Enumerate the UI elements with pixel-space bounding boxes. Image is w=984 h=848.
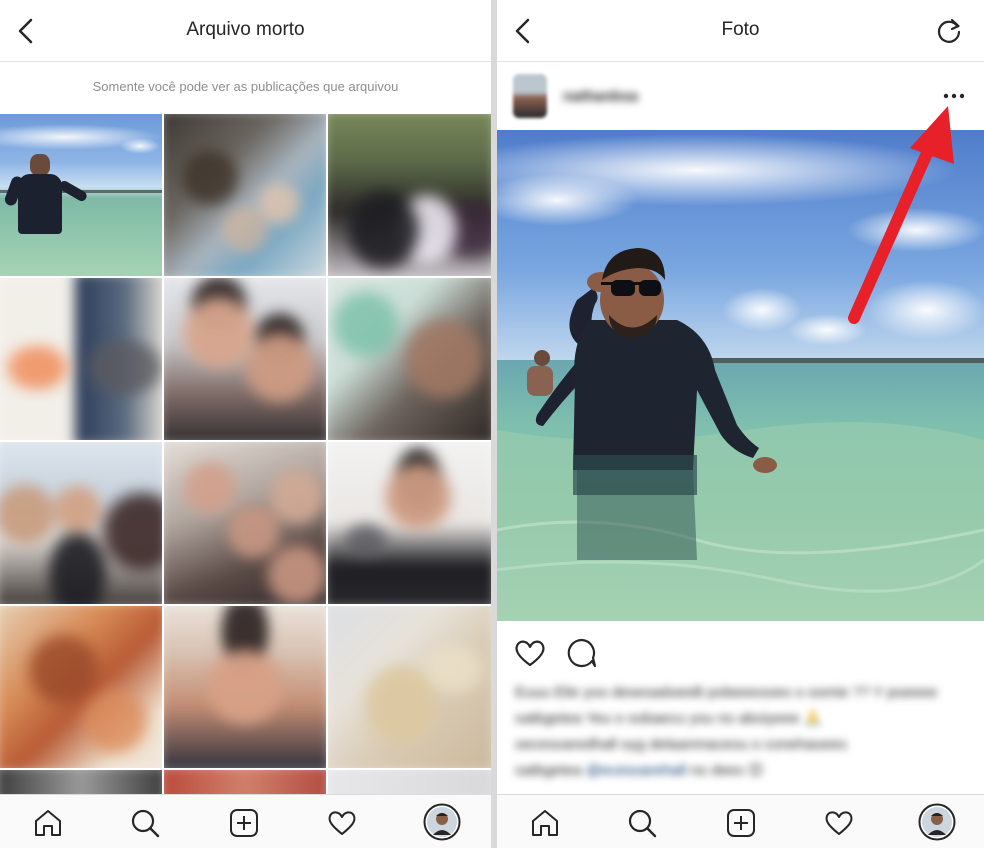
home-icon[interactable] [32,807,64,839]
page-title: Arquivo morto [186,19,305,40]
plus-square-icon[interactable] [228,807,260,839]
archived-post-thumbnail[interactable] [164,770,326,794]
archived-post-thumbnail[interactable] [328,442,491,604]
caption-line: oatbgetea Yeu o oobaecu you no aboiyeee … [515,710,823,727]
caption-text: no dees 😊 [690,762,764,779]
archived-post-thumbnail[interactable] [164,278,326,440]
archived-posts-grid [0,114,491,794]
archived-post-thumbnail[interactable] [0,606,162,768]
home-icon[interactable] [529,807,561,839]
bottom-tab-bar [497,794,984,848]
bottom-tab-bar [0,794,491,848]
post-photo[interactable] [497,130,984,621]
caption-line: oatbgetea @ecesoarehall no dees 😊 [515,758,970,784]
more-options-icon[interactable] [942,86,966,106]
archived-post-thumbnail[interactable] [328,114,491,276]
post-actions [497,632,984,672]
caption-text: oatbgetea [515,762,582,779]
archive-header: Arquivo morto [0,0,491,62]
caption-line: oecesoaredhall oyg delaanmaceou o coneha… [515,736,847,753]
profile-avatar[interactable] [918,803,956,841]
heart-icon[interactable] [823,807,855,839]
user-avatar[interactable] [513,74,547,118]
archived-post-thumbnail[interactable] [164,442,326,604]
archived-post-thumbnail[interactable] [0,442,162,604]
archived-post-thumbnail[interactable] [164,114,326,276]
archived-post-thumbnail[interactable] [0,770,162,794]
username[interactable]: nathanbsa [563,88,638,105]
comment-icon[interactable] [565,636,599,670]
archived-post-thumbnail[interactable] [164,606,326,768]
beach-photo [497,130,984,621]
photo-header: Foto [497,0,984,62]
post-header: nathanbsa [497,62,984,130]
search-icon[interactable] [129,807,161,839]
archived-post-thumbnail[interactable] [328,770,491,794]
refresh-icon[interactable] [934,16,964,46]
archive-notice: Somente você pode ver as publicações que… [92,79,399,94]
archived-post-thumbnail[interactable] [328,278,491,440]
profile-avatar[interactable] [423,803,461,841]
like-heart-icon[interactable] [513,636,547,670]
archived-post-thumbnail[interactable] [0,278,162,440]
archived-post-thumbnail[interactable] [0,114,164,278]
search-icon[interactable] [626,807,658,839]
screenshot-composite: Arquivo morto Somente você pode ver as p… [0,0,984,848]
photo-screen: Foto nathanbsa Euuu Elie yoo desesadoeeB… [497,0,984,848]
archived-post-thumbnail[interactable] [328,606,491,768]
archive-screen: Arquivo morto Somente você pode ver as p… [0,0,491,848]
page-title: Foto [721,19,760,40]
plus-square-icon[interactable] [725,807,757,839]
heart-icon[interactable] [326,807,358,839]
post-caption: Euuu Elie yoo desesadoeeB pobeeeooeo o o… [515,680,970,784]
mention-link[interactable]: @ecesoarehall [586,762,686,779]
caption-line: Euuu Elie yoo desesadoeeB pobeeeooeo o o… [515,684,938,701]
